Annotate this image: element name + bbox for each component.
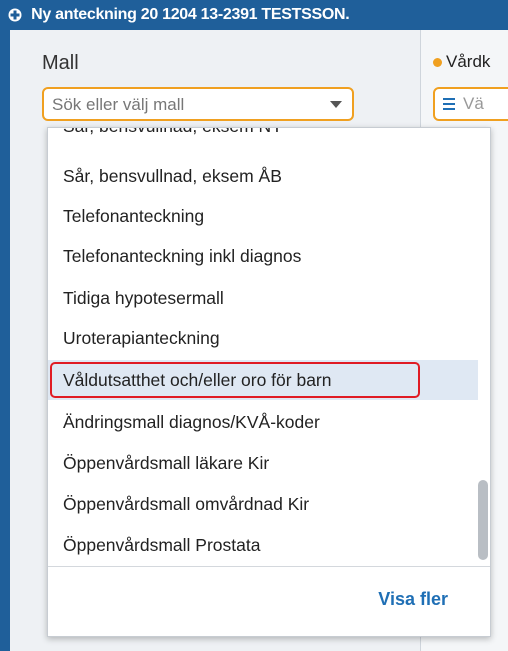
- template-dropdown: Sår, bensvullnad, eksem NY Sår, bensvull…: [47, 127, 491, 637]
- vardkontakt-field[interactable]: Vä: [433, 87, 508, 121]
- dropdown-option-highlighted[interactable]: Våldutsatthet och/eller oro för barn: [48, 360, 478, 400]
- highlight-outline: [50, 362, 420, 398]
- vardkontakt-label: Vårdk: [433, 52, 490, 72]
- left-edge-strip: [0, 30, 10, 651]
- window-title: Ny anteckning 20 1204 13-2391 TESTSSON.: [8, 6, 350, 24]
- dropdown-scrollbar-thumb[interactable]: [478, 480, 488, 560]
- show-more-link[interactable]: Visa fler: [378, 589, 448, 610]
- chevron-down-icon[interactable]: [330, 101, 342, 108]
- status-dot-icon: [433, 58, 442, 68]
- vardkontakt-field-placeholder: Vä: [463, 94, 484, 113]
- dropdown-option[interactable]: Uroterapianteckning: [48, 318, 478, 358]
- list-icon: [443, 98, 455, 113]
- dropdown-option[interactable]: Öppenvårdsmall läkare Kir: [48, 443, 478, 483]
- dropdown-option[interactable]: Tidiga hypotesermall: [48, 278, 478, 318]
- template-search-placeholder: Sök eller välj mall: [52, 95, 185, 114]
- dropdown-footer: Visa fler: [48, 566, 490, 636]
- dropdown-option[interactable]: Sår, bensvullnad, eksem NY: [48, 128, 478, 146]
- template-search-combobox[interactable]: Sök eller välj mall: [42, 87, 354, 121]
- dropdown-option[interactable]: Ändringsmall diagnos/KVÅ-koder: [48, 402, 478, 442]
- template-label: Mall: [42, 52, 79, 74]
- medical-cross-icon: [8, 8, 22, 22]
- window-titlebar: Ny anteckning 20 1204 13-2391 TESTSSON.: [0, 0, 508, 30]
- dropdown-option[interactable]: Telefonanteckning: [48, 196, 478, 236]
- dropdown-option[interactable]: Telefonanteckning inkl diagnos: [48, 236, 478, 276]
- dropdown-option[interactable]: Öppenvårdsmall Prostata: [48, 525, 478, 565]
- dropdown-option[interactable]: Öppenvårdsmall omvårdnad Kir: [48, 484, 478, 524]
- dropdown-option[interactable]: Sår, bensvullnad, eksem ÅB: [48, 156, 478, 196]
- window-title-text: Ny anteckning 20 1204 13-2391 TESTSSON.: [31, 6, 350, 23]
